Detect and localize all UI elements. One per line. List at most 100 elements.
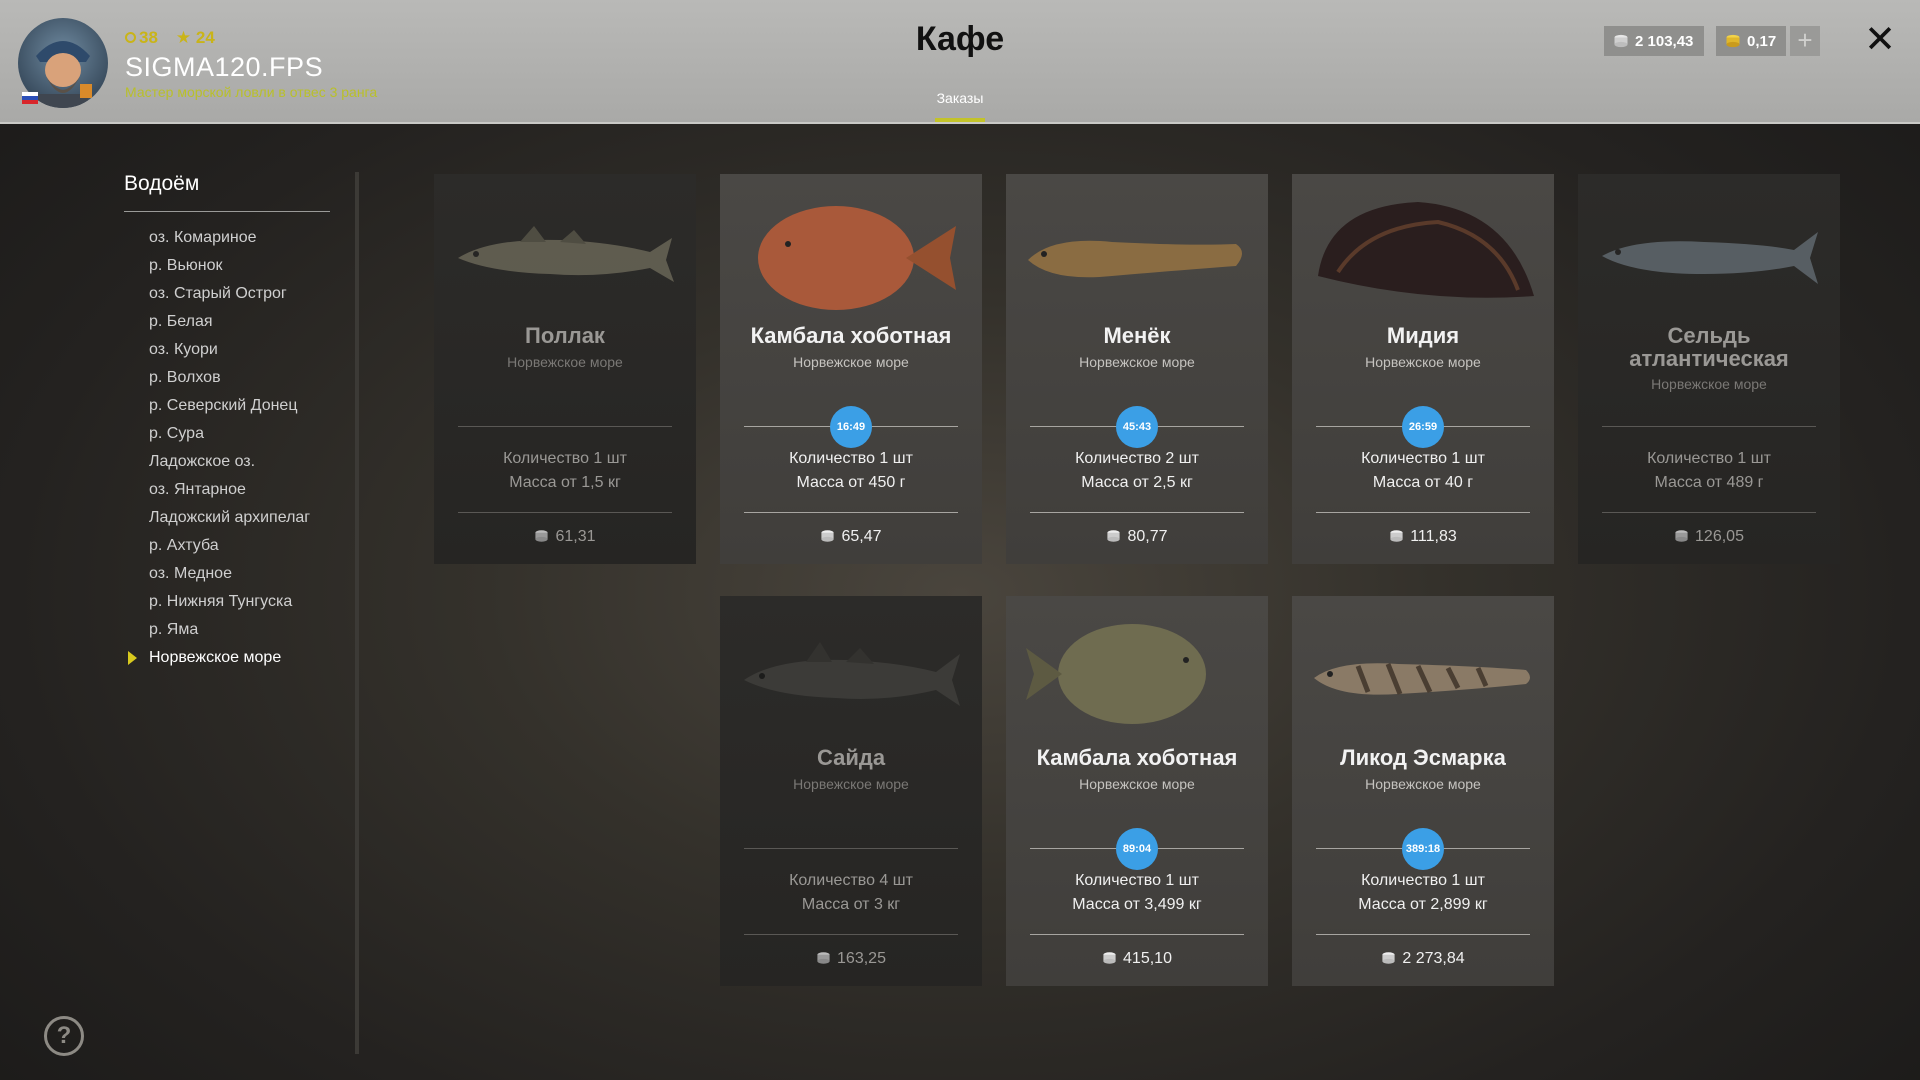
gold-balance: 0,17 (1716, 26, 1786, 56)
sidebar-scrollbar[interactable] (355, 172, 359, 1054)
sidebar-divider (124, 211, 330, 212)
order-card[interactable]: Камбала хоботная Норвежское море 89:04 К… (1006, 596, 1268, 986)
sidebar-item[interactable]: оз. Куори (124, 338, 310, 366)
order-quantity: Количество 1 шт (1361, 450, 1485, 467)
sidebar-item[interactable]: оз. Старый Острог (124, 282, 310, 310)
card-divider (1602, 426, 1816, 427)
player-rank-title: Мастер морской ловли в отвес 3 ранга (125, 84, 378, 100)
eelpout-fish-icon (1314, 663, 1530, 695)
price-value: 126,05 (1695, 528, 1744, 545)
sidebar-item[interactable]: оз. Комариное (124, 226, 310, 254)
price-value: 111,83 (1410, 528, 1457, 545)
active-tab-indicator (935, 118, 985, 122)
order-timer: 389:18 (1402, 828, 1444, 870)
sidebar-item-label: р. Нижняя Тунгуска (149, 593, 293, 610)
order-card[interactable]: Поллак Норвежское море Количество 1 шт М… (434, 174, 696, 564)
card-divider (458, 426, 672, 427)
sidebar-item[interactable]: р. Северский Донец (124, 394, 310, 422)
order-mass: Масса от 3 кг (801, 896, 901, 913)
order-price: 65,47 (720, 528, 982, 546)
silver-coins-icon (1382, 952, 1395, 964)
order-quantity: Количество 1 шт (1361, 872, 1485, 889)
card-divider (1316, 512, 1530, 513)
fish-name: Сайда (816, 745, 886, 770)
fish-name: Поллак (525, 323, 605, 348)
fish-name: Мидия (1386, 323, 1460, 348)
waterbody-list: оз. Комариное р. Вьюнок оз. Старый Остро… (124, 226, 310, 674)
order-price: 2 273,84 (1292, 950, 1554, 968)
sidebar-item[interactable]: оз. Медное (124, 562, 310, 590)
silver-coins-icon (535, 530, 549, 542)
sidebar-item-label: р. Волхов (149, 369, 221, 386)
help-button[interactable]: ? (44, 1016, 84, 1056)
card-divider (1602, 512, 1816, 513)
order-timer: 45:43 (1116, 406, 1158, 448)
silver-coins-icon (1614, 34, 1628, 48)
top-bar: 38 ★ 24 SIGMA120.FPS Мастер морской ловл… (0, 0, 1920, 124)
card-divider (1030, 512, 1244, 513)
sidebar-item-label: оз. Медное (149, 565, 232, 582)
order-card[interactable]: Камбала хоботная Норвежское море 16:49 К… (720, 174, 982, 564)
fish-name: Менёк (1103, 323, 1171, 348)
herring-fish-icon (1602, 232, 1818, 284)
sidebar-item-label: оз. Янтарное (149, 481, 246, 498)
order-card[interactable]: Сайда Норвежское море Количество 4 шт Ма… (720, 596, 982, 986)
order-mass: Масса от 450 г (796, 474, 906, 491)
sidebar-item[interactable]: р. Белая (124, 310, 310, 338)
sidebar-item-label: р. Вьюнок (149, 257, 223, 274)
silver-balance: 2 103,43 (1604, 26, 1704, 56)
order-card[interactable]: Менёк Норвежское море 45:43 Количество 2… (1006, 174, 1268, 564)
silver-coins-icon (817, 952, 830, 964)
sidebar-title: Водоём (124, 172, 200, 195)
silver-coins-icon (1390, 530, 1403, 542)
card-divider (458, 512, 672, 513)
order-mass: Масса от 2,899 кг (1358, 896, 1488, 913)
sidebar-item[interactable]: Ладожский архипелаг (124, 506, 310, 534)
sidebar-item[interactable]: р. Яма (124, 618, 310, 646)
sidebar-item-label: оз. Комариное (149, 229, 257, 246)
close-button[interactable]: ✕ (1862, 20, 1898, 60)
order-timer: 16:49 (830, 406, 872, 448)
card-divider (744, 848, 958, 849)
order-timer: 26:59 (1402, 406, 1444, 448)
silver-coins-icon (1103, 952, 1116, 964)
selected-arrow-icon (128, 651, 137, 665)
price-value: 80,77 (1127, 528, 1168, 545)
order-price: 415,10 (1006, 950, 1268, 968)
sidebar-item[interactable]: р. Вьюнок (124, 254, 310, 282)
card-divider (744, 934, 958, 935)
sidebar-item-label: оз. Куори (149, 341, 218, 358)
fish-name: Ликод Эсмарка (1340, 745, 1506, 770)
fish-region: Норвежское море (793, 776, 909, 792)
tab-orders[interactable]: Заказы (925, 90, 995, 106)
fish-name: Камбала хоботная (1036, 745, 1238, 770)
sidebar-item-label: р. Ахтуба (149, 537, 219, 554)
order-mass: Масса от 1,5 кг (509, 474, 621, 491)
sidebar-item-label: р. Северский Донец (149, 397, 298, 414)
card-divider (1316, 934, 1530, 935)
price-value: 2 273,84 (1402, 950, 1465, 967)
sidebar-item[interactable]: р. Нижняя Тунгуска (124, 590, 310, 618)
sidebar-item[interactable]: оз. Янтарное (124, 478, 310, 506)
order-card[interactable]: Ликод Эсмарка Норвежское море 389:18 Кол… (1292, 596, 1554, 986)
sidebar-item[interactable]: Ладожское оз. (124, 450, 310, 478)
fish-region: Норвежское море (793, 354, 909, 370)
add-currency-button[interactable]: + (1790, 26, 1820, 56)
order-mass: Масса от 40 г (1372, 474, 1474, 491)
card-divider (744, 512, 958, 513)
order-price: 126,05 (1578, 528, 1840, 546)
order-card[interactable]: Сельдь атлантическая Норвежское море Кол… (1578, 174, 1840, 564)
order-timer: 89:04 (1116, 828, 1158, 870)
fish-name: Сельдь атлантическая (1629, 323, 1789, 371)
card-divider (1030, 934, 1244, 935)
sidebar-item-active[interactable]: Норвежское море (124, 646, 310, 674)
order-card[interactable]: Мидия Норвежское море 26:59 Количество 1… (1292, 174, 1554, 564)
silver-coins-icon (821, 530, 835, 542)
order-mass: Масса от 2,5 кг (1081, 474, 1193, 491)
order-quantity: Количество 1 шт (503, 450, 627, 467)
sidebar-item[interactable]: р. Ахтуба (124, 534, 310, 562)
sidebar-item[interactable]: р. Волхов (124, 366, 310, 394)
order-quantity: Количество 1 шт (1075, 872, 1199, 889)
sidebar-item[interactable]: р. Сура (124, 422, 310, 450)
fish-region: Норвежское море (1079, 776, 1195, 792)
